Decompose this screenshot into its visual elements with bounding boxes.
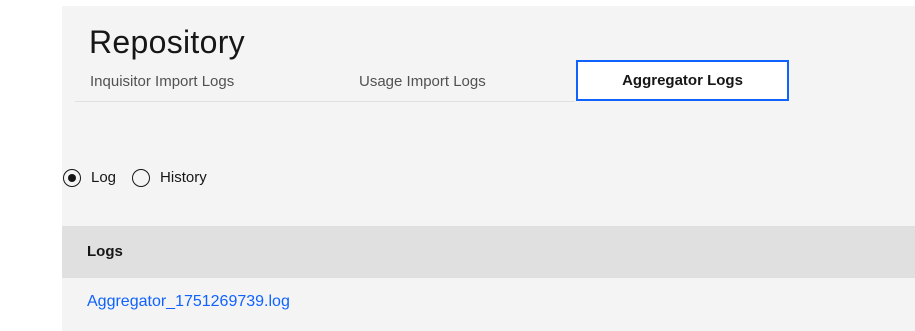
radio-checked-icon[interactable] (63, 169, 81, 187)
radio-history-label: History (160, 169, 207, 186)
radio-dot (68, 174, 76, 182)
radio-log[interactable]: Log (63, 168, 116, 188)
tab-bar: Inquisitor Import Logs Usage Import Logs… (75, 60, 795, 102)
tab-usage-import-logs[interactable]: Usage Import Logs (359, 60, 486, 101)
view-radio-group: Log History (63, 166, 207, 190)
logs-column-header: Logs (87, 243, 123, 260)
tab-divider (75, 101, 575, 102)
logs-table-header: Logs (62, 226, 915, 278)
page-title: Repository (89, 24, 245, 60)
radio-history[interactable]: History (132, 168, 207, 188)
page: Repository Inquisitor Import Logs Usage … (0, 0, 915, 331)
radio-log-label: Log (91, 169, 117, 186)
radio-unchecked-icon[interactable] (132, 169, 151, 187)
tab-inquisitor-import-logs[interactable]: Inquisitor Import Logs (90, 60, 234, 101)
log-file-link[interactable]: Aggregator_1751269739.log (87, 293, 290, 311)
tab-aggregator-logs[interactable]: Aggregator Logs (576, 60, 789, 101)
